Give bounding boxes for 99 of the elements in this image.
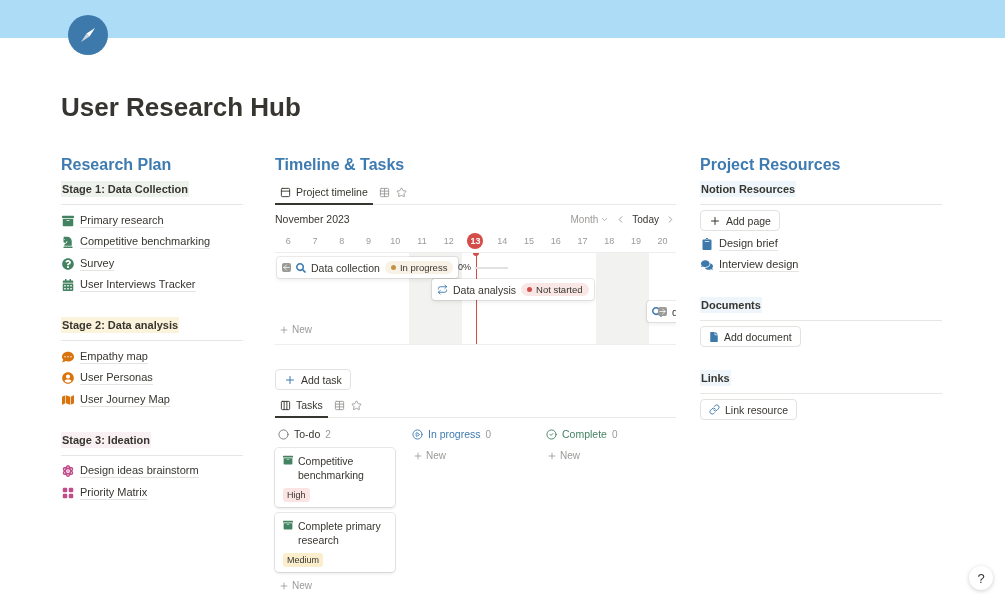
card-title: Complete primary research bbox=[298, 519, 382, 547]
page-icon bbox=[61, 236, 74, 249]
day-label: 6 bbox=[284, 234, 292, 248]
repeat-icon bbox=[437, 284, 448, 295]
subsection-heading: Links bbox=[700, 370, 731, 386]
document-icon bbox=[709, 331, 719, 342]
page-icon bbox=[61, 279, 74, 292]
day-label: 18 bbox=[603, 234, 616, 248]
page-icon bbox=[61, 257, 74, 270]
status-icon bbox=[546, 428, 557, 440]
subsection-heading: Documents bbox=[700, 297, 762, 313]
page-icon bbox=[700, 259, 713, 272]
today-button[interactable]: Today bbox=[632, 213, 659, 225]
view-tab[interactable]: Tasks bbox=[275, 394, 328, 418]
status-pill: Not started bbox=[521, 283, 589, 296]
column-title: To-do bbox=[294, 428, 321, 440]
archive-icon bbox=[283, 455, 293, 465]
page-icon bbox=[61, 486, 74, 499]
section-heading: Project Resources bbox=[700, 156, 842, 175]
view-tab[interactable]: Project timeline bbox=[275, 181, 373, 205]
day-label: 15 bbox=[522, 234, 535, 248]
plus-icon bbox=[709, 214, 721, 227]
priority-tag: Medium bbox=[283, 553, 323, 567]
day-label: 12 bbox=[442, 234, 455, 248]
table-icon[interactable] bbox=[333, 400, 345, 411]
search-icon bbox=[296, 262, 306, 273]
page-link[interactable]: Design brief bbox=[719, 236, 778, 251]
page-link[interactable]: Design ideas brainstorm bbox=[80, 464, 199, 479]
page-link[interactable]: User Interviews Tracker bbox=[80, 278, 196, 293]
day-label: 17 bbox=[576, 234, 589, 248]
section-heading: Research Plan bbox=[61, 156, 173, 175]
subsection-heading: Notion Resources bbox=[700, 181, 797, 197]
day-label: 7 bbox=[311, 234, 319, 248]
page-link[interactable]: Competitive benchmarking bbox=[80, 235, 211, 250]
day-label: 11 bbox=[416, 234, 428, 248]
timeline-bar[interactable]: Data collection In progress bbox=[277, 257, 459, 278]
day-label: 13 bbox=[467, 232, 484, 249]
add-button[interactable]: Add document bbox=[700, 326, 801, 347]
day-label: 19 bbox=[629, 234, 642, 248]
status-icon bbox=[278, 428, 289, 440]
page-icon bbox=[61, 372, 74, 385]
task-card[interactable]: Complete primary research Medium bbox=[275, 513, 395, 572]
day-label: 20 bbox=[656, 234, 669, 248]
compass-icon bbox=[68, 15, 108, 55]
board-icon bbox=[280, 399, 291, 411]
page-icon bbox=[61, 350, 74, 363]
help-button[interactable]: ? bbox=[969, 566, 993, 590]
page-link[interactable]: User Journey Map bbox=[80, 392, 170, 407]
add-button[interactable]: Add page bbox=[700, 210, 780, 231]
item-count: 0 bbox=[485, 428, 492, 440]
column-title: Complete bbox=[562, 428, 607, 440]
task-card[interactable]: Competitive benchmarking High bbox=[275, 448, 395, 507]
task-name: Data analysis bbox=[453, 283, 517, 296]
link-icon bbox=[709, 404, 720, 415]
progress-label: 0% bbox=[458, 262, 471, 272]
plus-icon bbox=[279, 324, 289, 335]
add-task-button[interactable]: Add task bbox=[275, 369, 351, 390]
day-label: 10 bbox=[389, 234, 402, 248]
item-count: 0 bbox=[611, 428, 618, 440]
arrow-left-icon bbox=[282, 263, 291, 272]
page-icon bbox=[61, 393, 74, 406]
task-name: Data collection bbox=[311, 261, 380, 274]
day-label: 16 bbox=[549, 234, 562, 248]
card-title: Competitive benchmarking bbox=[298, 454, 365, 482]
priority-tag: High bbox=[283, 488, 310, 502]
page-link[interactable]: Priority Matrix bbox=[80, 485, 148, 500]
star-icon[interactable] bbox=[395, 187, 407, 198]
month-label: November 2023 bbox=[275, 213, 350, 225]
page-link[interactable]: Empathy map bbox=[80, 349, 148, 364]
page-link[interactable]: Primary research bbox=[80, 213, 164, 228]
link-button[interactable]: Link resource bbox=[700, 399, 798, 420]
page-icon bbox=[61, 465, 74, 478]
plus-icon bbox=[547, 450, 557, 461]
table-icon[interactable] bbox=[378, 187, 390, 198]
page-title: User Research Hub bbox=[61, 91, 302, 124]
page-link[interactable]: User Personas bbox=[80, 371, 153, 386]
status-icon bbox=[412, 428, 423, 440]
page-icon bbox=[700, 237, 713, 250]
timeline-bar[interactable]: Data analysis Not started bbox=[432, 279, 594, 300]
plus-icon bbox=[279, 580, 289, 591]
stage-heading: Stage 1: Data Collection bbox=[61, 181, 189, 197]
item-count: 2 bbox=[325, 428, 331, 440]
plus-icon bbox=[413, 450, 423, 461]
section-heading: Timeline & Tasks bbox=[275, 156, 406, 175]
archive-icon bbox=[283, 520, 293, 530]
page-link[interactable]: Survey bbox=[80, 256, 115, 271]
star-icon[interactable] bbox=[350, 400, 362, 411]
status-pill: In progress bbox=[384, 261, 454, 274]
day-label: 14 bbox=[496, 234, 509, 248]
arrow-right-icon bbox=[658, 307, 667, 316]
plus-icon bbox=[284, 373, 296, 386]
stage-heading: Stage 3: Ideation bbox=[61, 431, 152, 448]
column-title: In progress bbox=[428, 428, 481, 440]
day-label: 8 bbox=[338, 234, 346, 248]
stage-heading: Stage 2: Data analysis bbox=[61, 317, 180, 333]
day-label: 9 bbox=[365, 234, 373, 248]
page-icon bbox=[61, 214, 74, 227]
timeline-icon bbox=[280, 186, 291, 198]
page-link[interactable]: Interview design bbox=[719, 258, 799, 273]
